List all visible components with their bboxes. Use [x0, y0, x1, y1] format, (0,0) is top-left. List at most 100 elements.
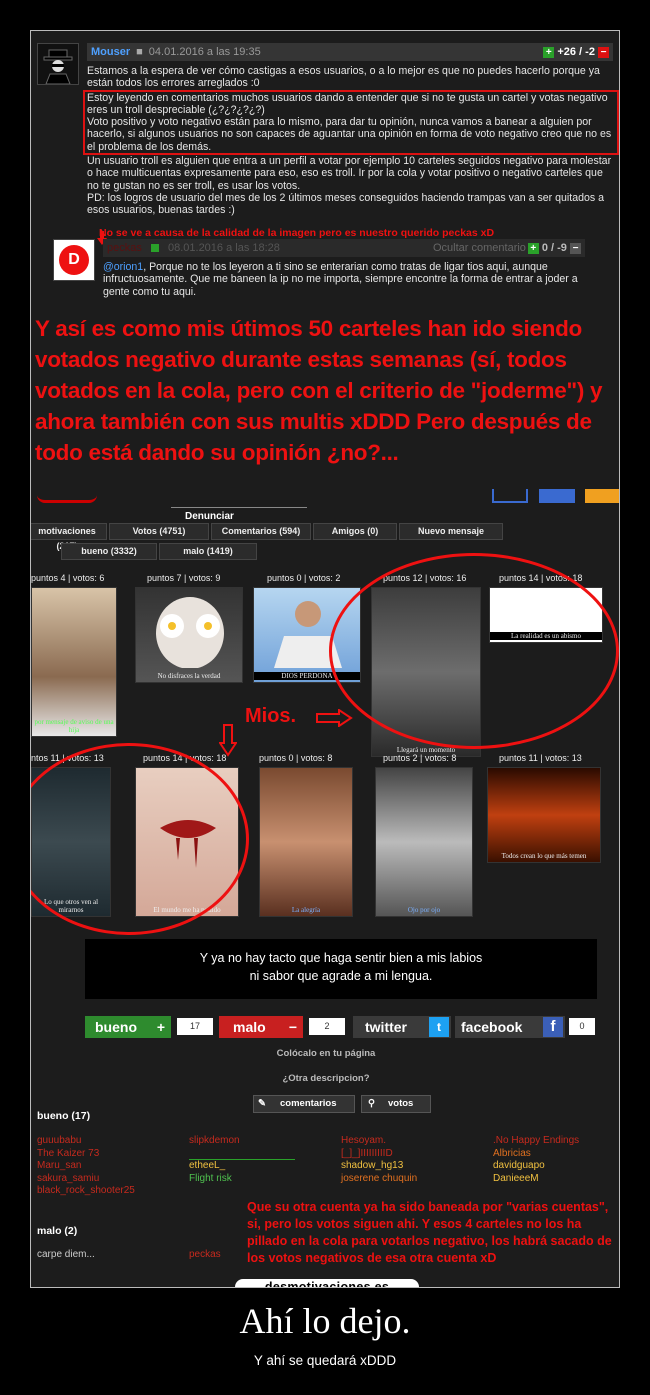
comentarios-label: comentarios: [280, 1098, 337, 1109]
divider: [189, 1148, 295, 1160]
twitter-label: twitter: [365, 1019, 407, 1035]
online-indicator-icon: [150, 244, 159, 253]
mention-link[interactable]: @orion1: [103, 261, 143, 273]
comment-username[interactable]: peckas: [107, 242, 142, 254]
votos-label: votos: [388, 1098, 414, 1109]
thumb-caption: puntos 4 | votos: 6: [31, 573, 105, 583]
orange-icon[interactable]: [585, 489, 619, 503]
avatar[interactable]: D: [53, 239, 95, 281]
twitter-icon: t: [429, 1017, 449, 1037]
voter-name[interactable]: Albricias: [493, 1148, 579, 1161]
malo-count: 2: [309, 1018, 345, 1035]
thumb-caption: puntos 7 | votos: 9: [147, 573, 221, 583]
subtab-malo[interactable]: malo (1419): [159, 543, 257, 560]
search-icon: ⚲: [368, 1098, 375, 1109]
spy-avatar-icon: [38, 44, 78, 85]
vote-up-icon[interactable]: +: [543, 46, 555, 58]
profile-icons: [486, 489, 619, 508]
tab-amigos[interactable]: Amigos (0): [313, 523, 397, 540]
voter-name[interactable]: joserene chuquin: [341, 1173, 417, 1186]
bueno-heading: bueno (17): [37, 1110, 91, 1122]
facebook-count: 0: [569, 1018, 595, 1035]
voter-name[interactable]: [_]_]IIIIIIIIID: [341, 1148, 417, 1161]
poster-line: Y ya no hay tacto que haga sentir bien a…: [199, 951, 483, 965]
thumb-caption: puntos 0 | votos: 2: [267, 573, 341, 583]
poster-text: Y ya no hay tacto que haga sentir bien a…: [85, 939, 597, 999]
arrow-down-icon: [219, 724, 237, 757]
tab-comentarios[interactable]: Comentarios (594): [211, 523, 311, 540]
tab-votos[interactable]: Votos (4751): [109, 523, 209, 540]
flowers-eyes-icon: [156, 597, 224, 669]
malo-button[interactable]: malo −: [219, 1016, 303, 1038]
votos-button[interactable]: ⚲ votos: [361, 1095, 431, 1113]
thumb-caption: puntos 0 | votos: 8: [259, 753, 333, 763]
comment-votes: + +26 / -2 −: [543, 43, 609, 61]
other-description-link[interactable]: ¿Otra descripcion?: [31, 1073, 619, 1084]
subtab-bueno[interactable]: bueno (3332): [61, 543, 157, 560]
thumbnail[interactable]: La alegría: [259, 767, 353, 917]
vote-score: +26 / -2: [557, 46, 595, 58]
comentarios-button[interactable]: ✎ comentarios: [253, 1095, 355, 1113]
voter-list: carpe diem...: [37, 1249, 95, 1262]
thumb-title: La alegría: [291, 906, 321, 914]
voter-name[interactable]: DanieeeM: [493, 1173, 579, 1186]
facebook-icon: f: [543, 1017, 563, 1037]
voter-name[interactable]: Maru_san: [37, 1160, 135, 1173]
facebook-label: facebook: [461, 1019, 523, 1035]
thumb-caption: puntos 2 | votos: 8: [383, 753, 457, 763]
thumbnail[interactable]: Todos crean lo que más temen: [487, 767, 601, 863]
avatar[interactable]: [37, 43, 79, 85]
voter-name[interactable]: Flight risk: [189, 1173, 295, 1186]
mios-annotation: Mios.: [245, 705, 297, 727]
voter-name[interactable]: davidguapo: [493, 1160, 579, 1173]
comment-header: Mouser ■ 04.01.2016 a las 19:35 + +26 / -2…: [87, 43, 613, 61]
comment-username[interactable]: Mouser: [91, 46, 130, 58]
annotation-note: No se ve a causa de la calidad de la ima…: [99, 227, 495, 239]
tab-nuevo-mensaje[interactable]: Nuevo mensaje: [399, 523, 503, 540]
malo-label: malo: [233, 1019, 266, 1035]
blue-icon[interactable]: [538, 489, 575, 503]
embed-link[interactable]: Colócalo en tu página: [31, 1048, 619, 1059]
voter-name[interactable]: etheeL_: [189, 1160, 295, 1173]
comment-paragraph: PD: los logros de usuario del mes de los…: [87, 191, 605, 217]
thumb-title: Ojo por ojo: [407, 906, 441, 914]
voter-name[interactable]: peckas: [189, 1249, 221, 1262]
facebook-button[interactable]: facebook f: [455, 1016, 565, 1038]
profile-header: [31, 489, 619, 508]
voter-name[interactable]: carpe diem...: [37, 1249, 95, 1262]
thumb-title: por mensaje de aviso de una hija: [34, 718, 114, 734]
voter-name[interactable]: .No Happy Endings: [493, 1135, 579, 1148]
vote-down-icon[interactable]: −: [598, 46, 609, 58]
thumb-title: No disfraces la verdad: [157, 672, 221, 680]
message-icon[interactable]: [492, 489, 529, 503]
twitter-button[interactable]: twitter t: [353, 1016, 451, 1038]
hide-comment-link[interactable]: Ocultar comentario: [433, 239, 526, 257]
voter-name[interactable]: Hesoyam.: [341, 1135, 417, 1148]
thumbnail[interactable]: por mensaje de aviso de una hija: [31, 587, 117, 737]
comment-body: Estamos a la espera de ver cómo castigas…: [83, 65, 619, 217]
voter-name[interactable]: black_rock_shooter25: [37, 1185, 135, 1198]
poster-title: Ahí lo dejo.: [239, 1301, 411, 1341]
comment-body: @orion1, Porque no te los leyeron a ti s…: [103, 261, 593, 298]
online-indicator-icon: ■: [136, 46, 143, 58]
comment-paragraph: Estoy leyendo en comentarios muchos usua…: [87, 91, 608, 116]
bueno-button[interactable]: bueno +: [85, 1016, 171, 1038]
tab-motivaciones[interactable]: motivaciones (217): [31, 523, 107, 551]
voter-name[interactable]: shadow_hg13: [341, 1160, 417, 1173]
comment-votes: + 0 / -9 −: [527, 239, 581, 257]
thumbnail[interactable]: Ojo por ojo: [375, 767, 473, 917]
malo-heading: malo (2): [37, 1225, 78, 1237]
voter-name[interactable]: guuubabu: [37, 1135, 135, 1148]
vote-down-icon[interactable]: −: [570, 242, 581, 254]
voter-name[interactable]: The Kaizer 73: [37, 1148, 135, 1161]
voter-name[interactable]: slipkdemon: [189, 1135, 295, 1148]
thumb-title: Todos crean lo que más temen: [501, 852, 587, 860]
comment-header: peckas 08.01.2016 a las 18:28 Ocultar co…: [103, 239, 585, 257]
thumbnail[interactable]: No disfraces la verdad: [135, 587, 243, 683]
site-brand: desmotivaciones.es: [235, 1279, 419, 1287]
swoosh-decoration: [37, 495, 97, 503]
voter-name[interactable]: sakura_samiu: [37, 1173, 135, 1186]
vote-up-icon[interactable]: +: [527, 242, 539, 254]
d-logo-icon: D: [59, 245, 89, 275]
poster-line: ni sabor que agrade a mi lengua.: [249, 969, 433, 983]
